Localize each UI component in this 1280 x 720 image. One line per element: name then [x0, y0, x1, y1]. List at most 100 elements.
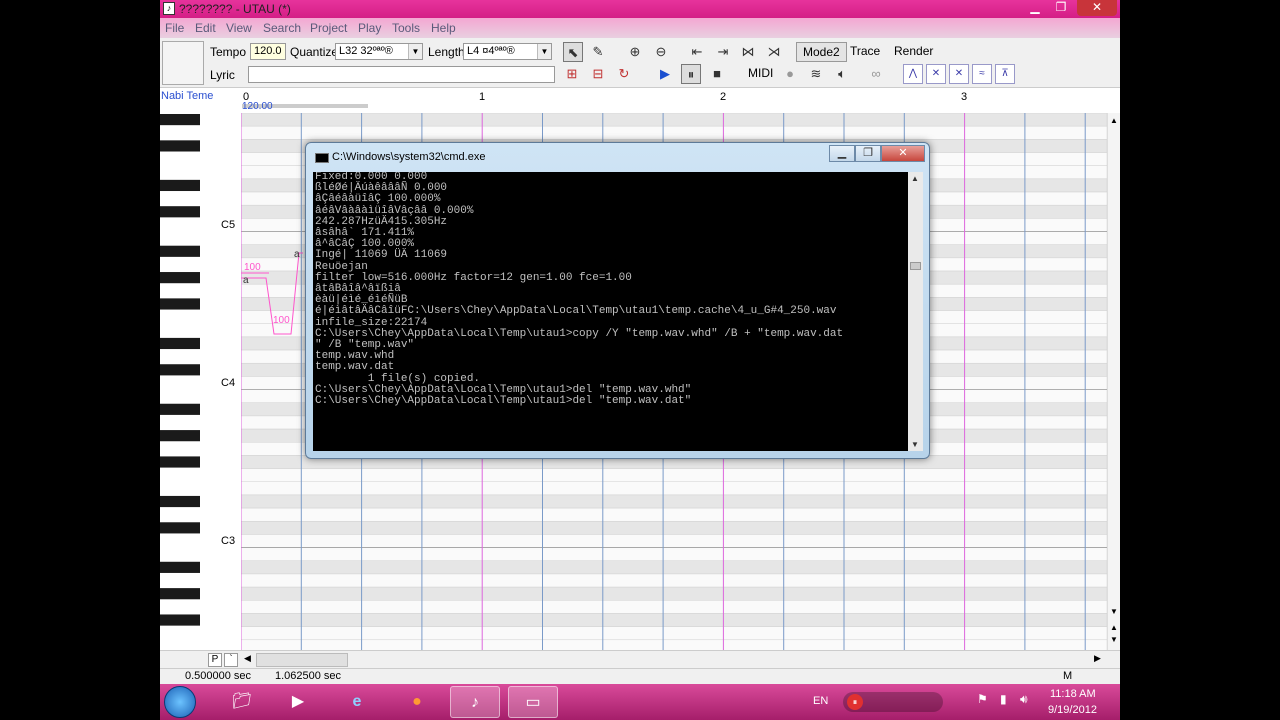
- black-key[interactable]: [160, 179, 200, 192]
- black-key[interactable]: [160, 140, 200, 152]
- loop-icon[interactable]: ∞: [866, 64, 886, 84]
- midi-button[interactable]: MIDI: [742, 64, 779, 84]
- cmd-icon[interactable]: ▭: [508, 686, 558, 718]
- length-select[interactable]: L4 ¤4ºªº® ▼: [463, 43, 552, 60]
- roll-row[interactable]: [241, 507, 1107, 522]
- tempo-input[interactable]: 120.0: [250, 43, 286, 60]
- singer-name[interactable]: Nabi Teme: [161, 90, 213, 102]
- scroll-thumb[interactable]: [256, 653, 348, 667]
- note-lyric[interactable]: a: [243, 275, 249, 286]
- black-key[interactable]: [160, 245, 200, 257]
- scroll-thumb[interactable]: [910, 262, 921, 270]
- menu-play[interactable]: Play: [358, 21, 381, 35]
- roll-row[interactable]: [241, 494, 1107, 509]
- menu-project[interactable]: Project: [310, 21, 347, 35]
- black-key[interactable]: [160, 588, 200, 600]
- black-key[interactable]: [160, 614, 200, 626]
- env-spf-button[interactable]: ≈: [972, 64, 992, 84]
- mixer-icon[interactable]: ≋: [806, 64, 826, 84]
- pointer-tool-icon[interactable]: ⬉: [563, 42, 583, 62]
- pause-icon[interactable]: ⏸: [681, 64, 701, 84]
- menu-search[interactable]: Search: [263, 21, 301, 35]
- roll-row[interactable]: [241, 573, 1107, 588]
- menu-help[interactable]: Help: [431, 21, 456, 35]
- singer-portrait[interactable]: [162, 41, 204, 85]
- clock-date[interactable]: 9/19/2012: [1048, 704, 1097, 716]
- black-key[interactable]: [160, 430, 200, 442]
- scroll-up-icon[interactable]: ▲: [1110, 623, 1118, 632]
- title-bar[interactable]: ♪ ???????? - UTAU (*) ▁ ❐ ✕: [160, 0, 1120, 18]
- measure-ruler[interactable]: Nabi Teme 0 1 2 3 120.00: [160, 88, 1120, 112]
- cmd-close-button[interactable]: ✕: [881, 145, 925, 162]
- black-key[interactable]: [160, 206, 200, 218]
- quantize-select[interactable]: L32 32ºªº® ▼: [335, 43, 423, 60]
- insert-rest-icon[interactable]: ⊞: [562, 64, 582, 84]
- media-player-icon[interactable]: ▶: [273, 686, 323, 718]
- menu-file[interactable]: File: [165, 21, 184, 35]
- flag-icon[interactable]: ⚑: [977, 692, 988, 706]
- speaker-icon[interactable]: 🔈︎: [832, 64, 852, 84]
- zoom-toggle-button[interactable]: `: [224, 653, 238, 667]
- network-icon[interactable]: ▮: [1000, 692, 1007, 706]
- roll-row[interactable]: [241, 547, 1107, 562]
- lyric-input[interactable]: [248, 66, 555, 83]
- roll-row[interactable]: [241, 521, 1107, 535]
- insert-note-icon[interactable]: ⊟: [588, 64, 608, 84]
- black-key[interactable]: [160, 403, 200, 415]
- scroll-up-icon[interactable]: ▲: [911, 174, 919, 183]
- p-button[interactable]: P: [208, 653, 222, 667]
- zoom-out-icon[interactable]: ⊖: [651, 42, 671, 62]
- scroll-down-icon[interactable]: ▼: [1110, 607, 1118, 616]
- windows-start-icon[interactable]: [164, 686, 196, 718]
- console-output[interactable]: Fixed:0.000 0.000 ßléØé|ÄúàêâââÑ 0.000 âÇâ…: [313, 172, 908, 451]
- black-key[interactable]: [160, 364, 200, 376]
- cmd-scrollbar[interactable]: ▲ ▼: [908, 172, 923, 451]
- roll-row[interactable]: [241, 468, 1107, 483]
- env-accent-button[interactable]: ⋀: [903, 64, 923, 84]
- roll-row[interactable]: [241, 534, 1107, 548]
- volume-icon[interactable]: 🔊︎: [1020, 692, 1028, 707]
- horizontal-scrollbar[interactable]: P ` ◀ ▶: [160, 650, 1120, 668]
- pencil-tool-icon[interactable]: ✎: [588, 42, 608, 62]
- roll-row[interactable]: [241, 626, 1107, 641]
- black-key[interactable]: [160, 561, 200, 573]
- menu-tools[interactable]: Tools: [392, 21, 420, 35]
- roll-row[interactable]: [241, 613, 1107, 627]
- black-key[interactable]: [160, 298, 200, 310]
- maximize-button[interactable]: ❐: [1048, 0, 1074, 16]
- trace-button[interactable]: Trace: [844, 42, 886, 62]
- scroll-down-icon[interactable]: ▼: [911, 440, 919, 449]
- black-key[interactable]: [160, 114, 200, 126]
- merge-note-icon[interactable]: ⋊: [764, 42, 784, 62]
- cmd-minimize-button[interactable]: ▁: [829, 145, 855, 162]
- clock-time[interactable]: 11:18 AM: [1050, 688, 1096, 700]
- explorer-icon[interactable]: 📁︎: [217, 686, 267, 718]
- render-button[interactable]: Render: [888, 42, 939, 62]
- black-key[interactable]: [160, 495, 200, 508]
- roll-row[interactable]: [241, 481, 1107, 496]
- roll-row[interactable]: [241, 586, 1107, 601]
- scroll-right-icon[interactable]: ▶: [1094, 653, 1101, 664]
- stop-icon[interactable]: ■: [707, 64, 727, 84]
- env-stpa-button[interactable]: ✕: [949, 64, 969, 84]
- menu-view[interactable]: View: [226, 21, 252, 35]
- goto-start-icon[interactable]: ⇤: [687, 42, 707, 62]
- black-key[interactable]: [160, 456, 200, 468]
- vertical-scrollbar[interactable]: ▲ ▼ ▲ ▼: [1107, 113, 1120, 650]
- firefox-icon[interactable]: ●: [392, 686, 442, 718]
- goto-end-icon[interactable]: ⇥: [713, 42, 733, 62]
- env-reset-button[interactable]: ⊼: [995, 64, 1015, 84]
- black-key[interactable]: [160, 337, 200, 350]
- scroll-up-icon[interactable]: ▲: [1110, 116, 1118, 125]
- roll-row[interactable]: [241, 600, 1107, 614]
- reload-icon[interactable]: ↻: [614, 64, 634, 84]
- utau-icon[interactable]: ♪: [450, 686, 500, 718]
- roll-row[interactable]: [241, 113, 1107, 127]
- scroll-down-icon[interactable]: ▼: [1110, 635, 1118, 644]
- note-lyric[interactable]: a: [294, 249, 300, 260]
- roll-row[interactable]: [241, 560, 1107, 575]
- pause-record-icon[interactable]: ⏸: [847, 694, 863, 710]
- split-note-icon[interactable]: ⋈: [738, 42, 758, 62]
- env-breath-button[interactable]: ✕: [926, 64, 946, 84]
- language-indicator[interactable]: EN: [813, 695, 828, 707]
